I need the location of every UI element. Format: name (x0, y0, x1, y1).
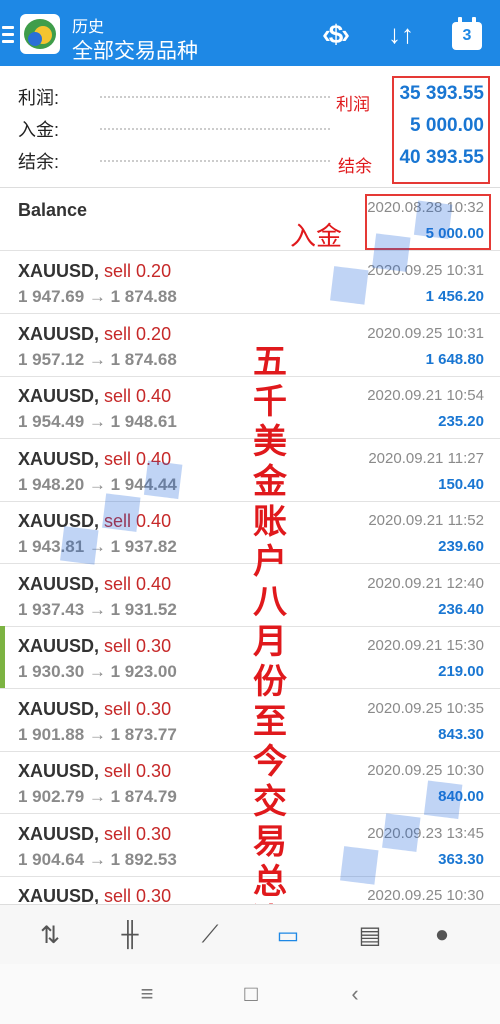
trade-side: sell 0.40 (104, 511, 172, 531)
calendar-icon[interactable]: 3 (452, 17, 482, 50)
vertical-annotation: 五千美金账户八月份至今交易总结！ (248, 342, 316, 942)
summary-panel: 利润: 35 393.55 入金: 5 000.00 结余: 40 393.55… (0, 66, 500, 188)
trade-time: 2020.09.21 11:52 (368, 512, 484, 529)
deposit-highlight-box (365, 194, 491, 250)
trade-prices: 1 904.64 → 1 892.53 (18, 849, 177, 869)
summary-highlight-box (392, 76, 490, 184)
trade-profit: 840.00 (438, 788, 484, 805)
profit-annotation: 利润 (336, 95, 370, 115)
deposit-label: 入金: (18, 120, 60, 140)
trade-profit: 363.30 (438, 850, 484, 868)
trade-profit: 150.40 (438, 475, 484, 493)
trade-prices: 1 943.81 → 1 937.82 (18, 537, 177, 556)
trade-prices: 1 948.20 → 1 944.44 (18, 474, 177, 494)
trade-time: 2020.09.21 12:40 (367, 574, 484, 592)
balance-entry[interactable]: Balance 2020.08.28 10:32 5 000.00 入金 (0, 188, 500, 252)
trade-prices: 1 954.49 → 1 948.61 (18, 412, 177, 431)
trade-side: sell 0.20 (104, 323, 172, 344)
trade-prices: 1 901.88 → 1 873.77 (18, 724, 177, 744)
quotes-icon[interactable]: ⇅ (30, 915, 70, 955)
trade-time: 2020.09.25 10:31 (367, 324, 484, 342)
chat-icon[interactable]: ● (422, 915, 462, 955)
trade-symbol: XAUUSD, sell 0.30 (18, 698, 172, 719)
recent-apps-icon[interactable]: ≡ (132, 981, 162, 1007)
trade-side: sell 0.30 (104, 636, 172, 656)
trade-symbol: XAUUSD, sell 0.40 (18, 511, 172, 531)
trade-time: 2020.09.23 13:45 (367, 824, 484, 842)
trade-time: 2020.09.25 10:30 (367, 887, 484, 904)
trade-prices: 1 902.79 → 1 874.79 (18, 787, 177, 806)
trade-symbol: XAUUSD, sell 0.30 (18, 761, 172, 781)
trade-side: sell 0.40 (104, 448, 172, 469)
trade-prices: 1 957.12 → 1 874.68 (18, 349, 177, 369)
trade-profit: 1 648.80 (425, 350, 484, 368)
chart-icon[interactable]: ╫ (110, 915, 150, 955)
history-icon[interactable]: ▭ (268, 915, 308, 955)
trade-profit: 235.20 (438, 413, 484, 430)
trade-symbol: XAUUSD, sell 0.20 (18, 261, 172, 281)
trade-profit: 219.00 (438, 663, 484, 680)
trade-symbol: XAUUSD, sell 0.40 (18, 573, 172, 594)
trade-profit: 843.30 (438, 725, 484, 743)
bottom-nav: ⇅ ╫ ⟋ ▭ ▤ ● (0, 904, 500, 964)
deposit-annotation: 入金 (290, 222, 343, 252)
trade-time: 2020.09.21 15:30 (367, 637, 484, 654)
trade-symbol: XAUUSD, sell 0.30 (18, 823, 172, 844)
menu-icon[interactable] (2, 26, 14, 43)
trade-row[interactable]: XAUUSD, sell 0.20 1 947.69 → 1 874.88 2020… (0, 251, 500, 314)
trade-side: sell 0.30 (104, 886, 172, 904)
trade-side: sell 0.30 (104, 761, 172, 781)
back-icon[interactable]: ‹ (340, 981, 370, 1007)
news-icon[interactable]: ▤ (350, 915, 390, 955)
trade-side: sell 0.40 (104, 386, 172, 406)
balance-annotation: 结余 (338, 157, 372, 177)
trade-side: sell 0.30 (104, 823, 172, 844)
trade-symbol: XAUUSD, sell 0.30 (18, 636, 172, 656)
trade-profit: 236.40 (438, 600, 484, 618)
trade-side: sell 0.40 (104, 573, 172, 594)
trade-profit: 1 456.20 (425, 288, 484, 305)
currency-filter-icon[interactable]: ‹$› (315, 18, 355, 50)
metatrader-logo-icon (20, 14, 60, 54)
page-subtitle: 历史 (72, 19, 105, 36)
trade-prices: 1 937.43 → 1 931.52 (18, 599, 177, 619)
trade-side: sell 0.20 (104, 261, 172, 281)
trade-symbol: XAUUSD, sell 0.20 (18, 323, 172, 344)
trade-prices: 1 947.69 → 1 874.88 (18, 287, 177, 306)
balance-title: Balance (18, 200, 88, 220)
system-nav: ≡ □ ‹ (0, 964, 500, 1024)
trade-profit: 239.60 (438, 538, 484, 555)
calendar-day: 3 (462, 27, 472, 44)
trade-prices: 1 930.30 → 1 923.00 (18, 662, 177, 681)
trade-icon[interactable]: ⟋ (190, 915, 230, 955)
trade-symbol: XAUUSD, sell 0.30 (18, 886, 172, 904)
selected-marker (0, 626, 5, 688)
sort-icon[interactable]: ↓↑ (382, 18, 420, 50)
trade-symbol: XAUUSD, sell 0.40 (18, 448, 172, 469)
trade-side: sell 0.30 (104, 698, 172, 719)
trade-symbol: XAUUSD, sell 0.40 (18, 386, 172, 406)
trade-time: 2020.09.25 10:30 (367, 762, 484, 779)
trade-time: 2020.09.25 10:35 (367, 699, 484, 717)
app-bar: 历史 全部交易品种 ‹$› ↓↑ 3 (0, 0, 500, 66)
page-title[interactable]: 全部交易品种 (72, 35, 198, 65)
trade-time: 2020.09.25 10:31 (367, 262, 484, 279)
profit-label: 利润: (18, 88, 60, 108)
trade-time: 2020.09.21 10:54 (367, 387, 484, 404)
trade-time: 2020.09.21 11:27 (368, 449, 484, 467)
balance-label: 结余: (18, 152, 60, 172)
home-icon[interactable]: □ (236, 981, 266, 1007)
